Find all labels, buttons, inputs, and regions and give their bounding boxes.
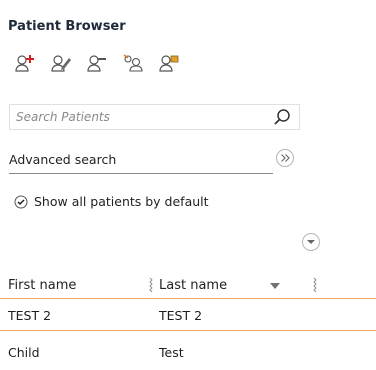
add-patient-icon: [15, 55, 34, 72]
show-all-checkbox[interactable]: [14, 195, 28, 209]
patient-history-icon: [159, 55, 179, 72]
last-name-cell: TEST 2: [159, 308, 203, 323]
column-header-last-name[interactable]: Last name: [159, 278, 227, 293]
advanced-search-underline: [9, 173, 273, 174]
search-box: [9, 104, 300, 130]
first-name-cell: Child: [8, 345, 40, 360]
show-all-option[interactable]: Show all patients by default: [14, 194, 209, 209]
column-header-first-name[interactable]: First name: [8, 278, 76, 293]
remove-patient-button[interactable]: [85, 53, 109, 73]
edit-patient-button[interactable]: [49, 53, 73, 73]
page-title: Patient Browser: [8, 19, 126, 34]
table-header: First name Last name: [0, 275, 376, 297]
remove-patient-icon: [87, 55, 106, 72]
table-row[interactable]: TEST 2 TEST 2: [0, 303, 376, 329]
collapse-icon[interactable]: [301, 232, 321, 252]
add-patient-button[interactable]: [13, 53, 37, 73]
column-resize-grip-icon[interactable]: [149, 277, 153, 293]
edit-patient-icon: [51, 55, 71, 72]
row-selection-divider: [0, 330, 376, 331]
patient-history-button[interactable]: [157, 53, 181, 73]
header-divider: [0, 298, 376, 299]
patient-toolbar: [13, 53, 181, 73]
search-icon[interactable]: [273, 108, 291, 126]
last-name-cell: Test: [159, 345, 184, 360]
merge-patients-icon: [123, 54, 143, 72]
expand-icon[interactable]: [275, 148, 295, 168]
sort-descending-icon[interactable]: [270, 283, 280, 289]
column-resize-grip-icon[interactable]: [313, 277, 317, 293]
first-name-cell: TEST 2: [8, 308, 52, 323]
show-all-label: Show all patients by default: [34, 194, 209, 209]
table-row[interactable]: Child Test: [0, 340, 376, 366]
merge-patients-button[interactable]: [121, 53, 145, 73]
advanced-search-link[interactable]: Advanced search: [9, 152, 116, 167]
search-input[interactable]: [16, 108, 256, 126]
